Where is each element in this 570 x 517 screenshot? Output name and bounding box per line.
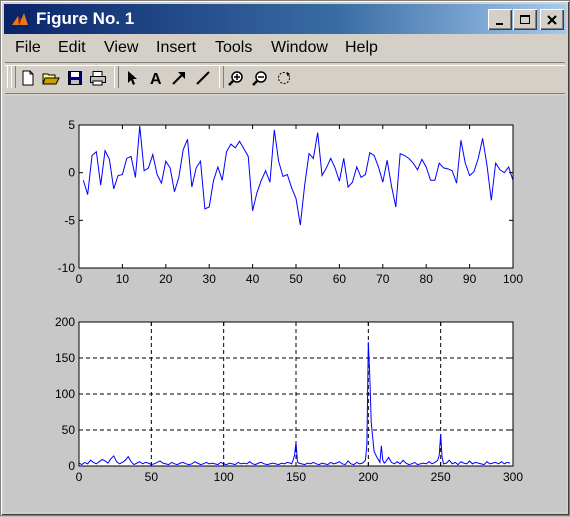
zoom-out-button[interactable] bbox=[249, 67, 271, 89]
axes-1-background bbox=[79, 125, 513, 268]
y-tick-label: -10 bbox=[58, 261, 76, 275]
menu-file[interactable]: File bbox=[15, 38, 41, 58]
insert-line-icon bbox=[196, 71, 210, 85]
y-tick-label: -5 bbox=[64, 213, 75, 227]
x-tick-label: 70 bbox=[376, 272, 390, 286]
x-tick-label: 0 bbox=[76, 272, 83, 286]
new-figure-button[interactable] bbox=[17, 67, 39, 89]
insert-arrow-icon bbox=[172, 72, 185, 85]
menu-edit[interactable]: Edit bbox=[58, 38, 86, 58]
toolbar: A bbox=[5, 65, 565, 91]
y-tick-label: 0 bbox=[68, 459, 75, 473]
rotate-3d-button[interactable] bbox=[273, 67, 295, 89]
open-file-button[interactable] bbox=[40, 67, 62, 89]
maximize-button[interactable] bbox=[513, 9, 537, 30]
new-figure-icon bbox=[22, 70, 34, 86]
y-tick-label: 0 bbox=[68, 166, 75, 180]
menu-help[interactable]: Help bbox=[345, 38, 378, 58]
maximize-icon bbox=[520, 14, 530, 24]
toolbar-separator bbox=[219, 66, 224, 88]
insert-text-icon: A bbox=[150, 71, 162, 86]
insert-text-button[interactable]: A bbox=[145, 67, 167, 89]
x-tick-label: 60 bbox=[333, 272, 347, 286]
insert-arrow-button[interactable] bbox=[168, 67, 190, 89]
x-tick-label: 100 bbox=[214, 470, 234, 484]
title-bar[interactable]: Figure No. 1 bbox=[4, 4, 566, 34]
y-tick-label: 5 bbox=[68, 118, 75, 132]
minimize-icon bbox=[496, 22, 503, 25]
window-title: Figure No. 1 bbox=[36, 9, 135, 28]
x-tick-label: 10 bbox=[116, 272, 130, 286]
svg-text:A: A bbox=[150, 71, 162, 86]
minimize-button[interactable] bbox=[488, 9, 512, 30]
x-tick-label: 300 bbox=[503, 470, 523, 484]
x-tick-label: 80 bbox=[420, 272, 434, 286]
insert-line-button[interactable] bbox=[192, 67, 214, 89]
matlab-logo-icon bbox=[10, 10, 30, 30]
y-tick-label: 150 bbox=[55, 351, 75, 365]
figure-canvas[interactable]: 0 10 20 30 40 50 60 70 80 90 100-10-5050 50 100 150 20… bbox=[4, 96, 566, 512]
x-tick-label: 30 bbox=[203, 272, 217, 286]
save-button[interactable] bbox=[64, 67, 86, 89]
y-tick-label: 100 bbox=[55, 387, 75, 401]
x-tick-label: 100 bbox=[503, 272, 523, 286]
menu-bar: File Edit View Insert Tools Window Help bbox=[4, 36, 566, 60]
toolbar-separator bbox=[114, 66, 119, 88]
select-arrow-button[interactable] bbox=[121, 67, 143, 89]
zoom-in-icon bbox=[228, 71, 243, 86]
x-tick-label: 20 bbox=[159, 272, 173, 286]
toolbar-grip[interactable] bbox=[11, 66, 16, 88]
x-tick-label: 0 bbox=[76, 470, 83, 484]
y-tick-label: 200 bbox=[55, 315, 75, 329]
close-button[interactable] bbox=[540, 9, 564, 30]
rotate-3d-icon bbox=[278, 72, 290, 84]
select-arrow-icon bbox=[128, 71, 137, 85]
menu-window[interactable]: Window bbox=[271, 38, 328, 58]
save-icon bbox=[68, 71, 82, 85]
x-tick-label: 50 bbox=[145, 470, 159, 484]
x-tick-label: 90 bbox=[463, 272, 477, 286]
menu-view[interactable]: View bbox=[104, 38, 138, 58]
figure-area: 0 10 20 30 40 50 60 70 80 90 100 -10 -5 0 5 0 50 100 150 20… bbox=[4, 96, 566, 512]
x-tick-label: 250 bbox=[431, 470, 451, 484]
y-tick-label: 50 bbox=[62, 423, 76, 437]
zoom-in-button[interactable] bbox=[225, 67, 247, 89]
figure-window: Figure No. 1 File Edit View Insert Tools… bbox=[0, 0, 570, 516]
x-tick-label: 40 bbox=[246, 272, 260, 286]
menu-tools[interactable]: Tools bbox=[215, 38, 252, 58]
close-icon bbox=[547, 14, 557, 25]
x-tick-label: 150 bbox=[286, 470, 306, 484]
print-button[interactable] bbox=[87, 67, 109, 89]
menu-insert[interactable]: Insert bbox=[156, 38, 196, 58]
print-icon bbox=[90, 71, 106, 86]
zoom-out-icon bbox=[252, 71, 267, 86]
x-tick-label: 50 bbox=[289, 272, 303, 286]
open-file-icon bbox=[42, 73, 60, 85]
x-tick-label: 200 bbox=[358, 470, 378, 484]
